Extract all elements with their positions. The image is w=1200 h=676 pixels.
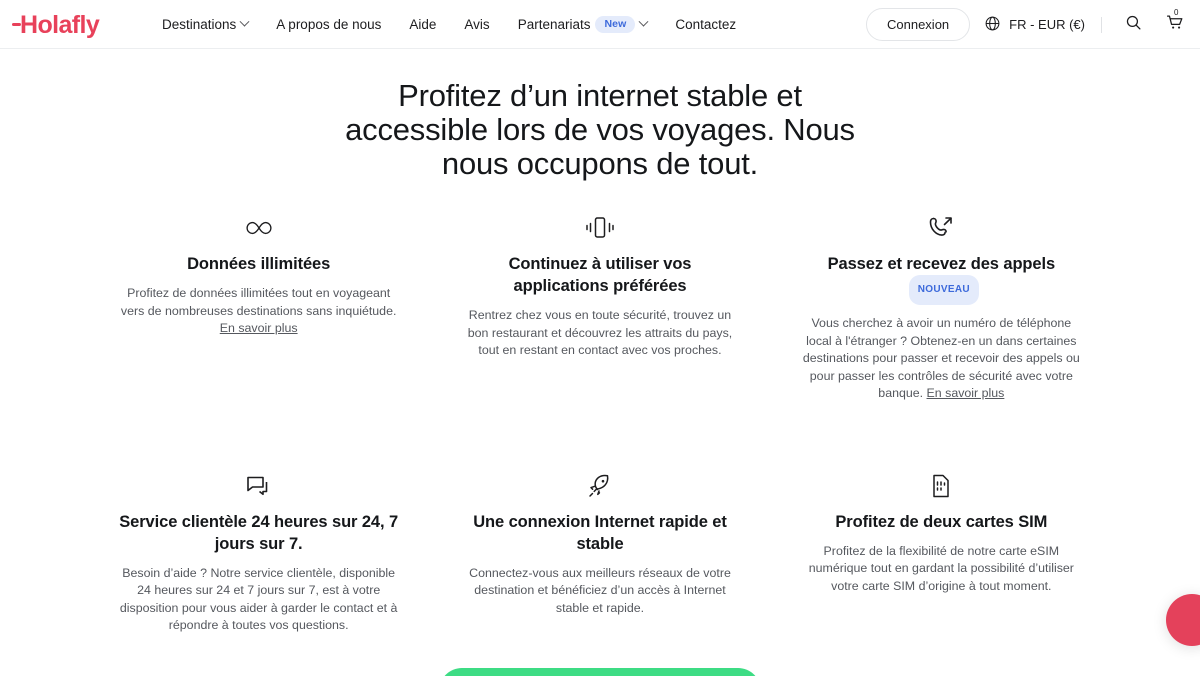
rocket-icon <box>459 465 740 507</box>
nav-label: Destinations <box>162 17 237 32</box>
nav-label: A propos de nous <box>276 17 382 32</box>
features-grid: Données illimitées Profitez de données i… <box>100 207 1100 635</box>
hero-title-line-2: accessible lors de vos voyages. Nous <box>345 112 855 147</box>
feature-title: Continuez à utiliser vos applications pr… <box>508 255 692 295</box>
feature-description: Profitez de la flexibilité de notre cart… <box>808 543 1074 593</box>
nav-item-partnerships[interactable]: Partenariats New <box>504 0 662 49</box>
globe-icon <box>984 15 1001 35</box>
holafly-logo[interactable]: Holafly <box>12 10 100 39</box>
primary-nav: Destinations A propos de nous Aide Avis … <box>162 0 750 49</box>
feature-description: Vous cherchez à avoir un numéro de télép… <box>801 315 1082 403</box>
learn-more-link[interactable]: En savoir plus <box>927 386 1005 400</box>
hero-title-line-1: Profitez d’un internet stable et <box>398 78 802 113</box>
header-divider <box>1101 16 1102 33</box>
nav-badge-new: New <box>595 16 636 33</box>
nav-item-help[interactable]: Aide <box>395 0 450 49</box>
phone-vibrate-icon <box>459 207 740 249</box>
feature-description: Besoin d’aide ? Notre service clientèle,… <box>119 565 398 633</box>
locale-selector[interactable]: FR - EUR (€) <box>984 15 1085 35</box>
nav-label: Partenariats <box>517 17 591 32</box>
cart-button[interactable]: 0 <box>1160 7 1190 40</box>
search-button[interactable] <box>1118 10 1148 40</box>
feature-desc-text: Profitez de données illimitées tout en v… <box>120 286 397 318</box>
feature-description: Rentrez chez vous en toute sécurité, tro… <box>467 308 733 357</box>
site-header: Holafly Destinations A propos de nous Ai… <box>0 0 1200 49</box>
chevron-down-icon <box>239 16 250 27</box>
infinity-icon <box>118 207 399 249</box>
nav-label: Aide <box>409 17 437 32</box>
header-actions: Connexion FR - EUR (€) 0 <box>866 0 1190 49</box>
nav-label: Avis <box>464 17 490 32</box>
feature-card-unlimited-data: Données illimitées Profitez de données i… <box>100 207 417 403</box>
logo-text: Holafly <box>20 10 100 39</box>
feature-title: Service clientèle 24 heures sur 24, 7 jo… <box>119 512 399 553</box>
nav-label: Contactez <box>675 17 737 32</box>
nav-item-destinations[interactable]: Destinations <box>162 0 262 49</box>
feature-card-dual-sim: Profitez de deux cartes SIM Profitez de … <box>783 465 1100 635</box>
chat-bubbles-icon <box>118 465 399 507</box>
feature-title: Une connexion Internet rapide et stable <box>473 512 727 553</box>
feature-title: Profitez de deux cartes SIM <box>835 512 1048 531</box>
feature-title: Données illimitées <box>187 255 331 273</box>
feature-card-fast-connection: Une connexion Internet rapide et stable … <box>441 465 758 635</box>
get-esim-button[interactable]: Je veux ma carte eSIM <box>439 667 761 676</box>
page-title: Profitez d’un internet stable et accessi… <box>290 79 910 181</box>
feature-badge-nouveau: NOUVEAU <box>908 275 979 305</box>
hero-title-line-3: nous occupons de tout. <box>441 146 759 181</box>
feature-title: Passez et recevez des appels NOUVEAU <box>801 253 1082 305</box>
search-icon <box>1125 14 1142 36</box>
locale-label: FR - EUR (€) <box>1009 17 1085 32</box>
sim-card-icon <box>801 465 1082 507</box>
feature-description: Profitez de données illimitées tout en v… <box>118 285 399 338</box>
nav-item-about[interactable]: A propos de nous <box>262 0 395 49</box>
cta-section: Je veux ma carte eSIM <box>0 667 1200 676</box>
login-button[interactable]: Connexion <box>866 8 971 41</box>
feature-description: Connectez-vous aux meilleurs réseaux de … <box>469 565 731 615</box>
feature-title-text: Passez et recevez des appels <box>827 255 1056 273</box>
nav-item-reviews[interactable]: Avis <box>450 0 503 49</box>
chat-support-fab[interactable] <box>1166 594 1200 646</box>
nav-item-contact[interactable]: Contactez <box>661 0 750 49</box>
feature-card-calls: Passez et recevez des appels NOUVEAU Vous… <box>783 207 1100 403</box>
feature-card-favorite-apps: Continuez à utiliser vos applications pr… <box>441 207 758 403</box>
outgoing-call-icon <box>801 207 1082 249</box>
chevron-down-icon <box>638 16 649 27</box>
learn-more-link[interactable]: En savoir plus <box>220 321 298 335</box>
cart-count-badge: 0 <box>1174 7 1179 17</box>
feature-card-customer-service: Service clientèle 24 heures sur 24, 7 jo… <box>100 465 417 635</box>
main-content: Profitez d’un internet stable et accessi… <box>0 49 1200 676</box>
